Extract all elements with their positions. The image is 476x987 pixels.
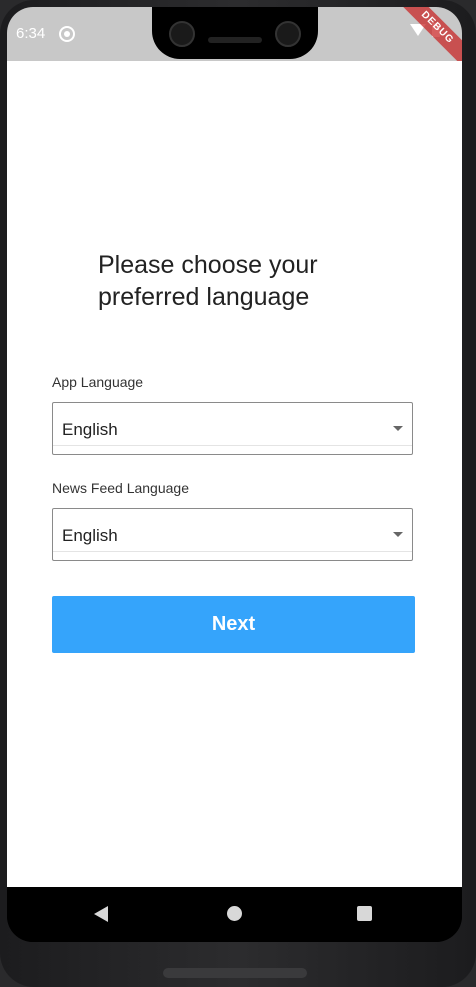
chevron-down-icon (393, 426, 403, 431)
page-title-line: Please choose your (98, 251, 318, 279)
chevron-down-icon (393, 532, 403, 537)
phone-frame: 6:34 DEBUG Please choose your preferred … (0, 0, 476, 987)
bottom-speaker (163, 968, 307, 978)
front-camera-icon (169, 21, 195, 47)
back-icon[interactable] (94, 906, 108, 922)
page-title: Please choose your preferred language (98, 249, 318, 313)
front-camera-icon (275, 21, 301, 47)
status-time: 6:34 (16, 25, 46, 42)
camera-notch (152, 7, 318, 59)
dropdown-underline (53, 551, 412, 552)
phone-screen: 6:34 DEBUG Please choose your preferred … (7, 7, 462, 942)
app-language-value: English (62, 420, 118, 439)
home-icon[interactable] (227, 906, 242, 921)
app-language-dropdown[interactable]: English (52, 402, 413, 455)
app-language-label: App Language (52, 374, 144, 390)
dropdown-underline (53, 445, 412, 446)
next-button[interactable]: Next (52, 596, 415, 653)
navigation-bar (7, 887, 462, 942)
app-content: Please choose your preferred language Ap… (7, 61, 462, 887)
page-title-line: preferred language (98, 283, 310, 311)
news-feed-language-value: English (62, 526, 118, 545)
sync-icon (59, 26, 75, 42)
news-feed-language-dropdown[interactable]: English (52, 508, 413, 561)
news-feed-language-label: News Feed Language (52, 480, 189, 496)
recents-icon[interactable] (357, 906, 372, 921)
earpiece-speaker (208, 37, 262, 43)
